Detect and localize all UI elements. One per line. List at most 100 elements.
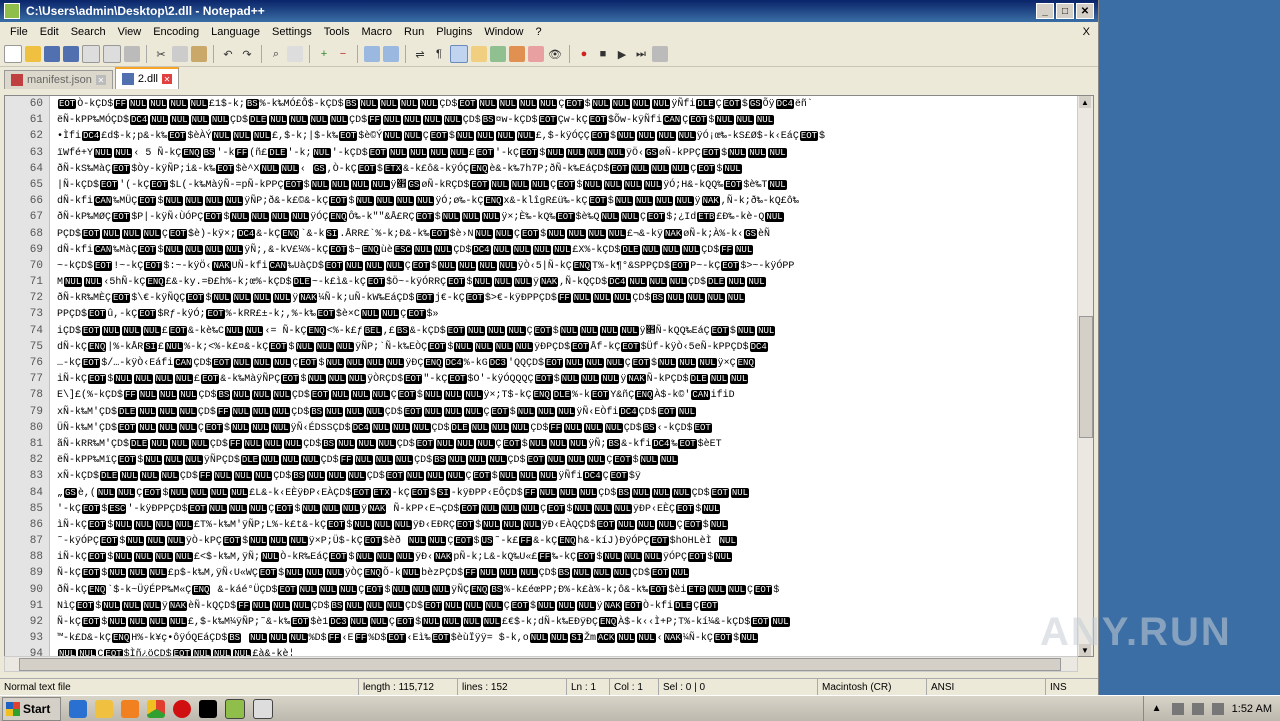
control-char-token: NUL bbox=[138, 406, 157, 417]
menu-encoding[interactable]: Encoding bbox=[147, 26, 205, 38]
close-file-icon[interactable] bbox=[82, 45, 100, 63]
control-char-token: NUL bbox=[327, 374, 346, 385]
tray-arrow-icon[interactable]: ▲ bbox=[1152, 703, 1164, 715]
network-icon[interactable] bbox=[1171, 702, 1184, 715]
control-char-token: NUL bbox=[637, 633, 656, 644]
replace-icon[interactable] bbox=[287, 46, 303, 62]
menu-help[interactable]: ? bbox=[529, 26, 547, 38]
line-number: 68 bbox=[29, 227, 43, 240]
flag-icon[interactable] bbox=[1211, 702, 1224, 715]
control-char-token: EOT bbox=[138, 309, 157, 320]
paste-icon[interactable] bbox=[191, 46, 207, 62]
stop-macro-icon[interactable]: ■ bbox=[595, 46, 611, 62]
save-macro-icon[interactable] bbox=[652, 46, 668, 62]
scroll-up-arrow-icon[interactable]: ▲ bbox=[1079, 96, 1091, 108]
save-icon[interactable] bbox=[44, 46, 60, 62]
menu-view[interactable]: View bbox=[112, 26, 148, 38]
menu-language[interactable]: Language bbox=[205, 26, 266, 38]
print-icon[interactable] bbox=[124, 46, 140, 62]
control-char-token: NUL bbox=[365, 600, 384, 611]
vertical-scroll-thumb[interactable] bbox=[1079, 316, 1093, 438]
close-window-button[interactable]: ✕ bbox=[1076, 3, 1094, 19]
word-wrap-icon[interactable]: ⇌ bbox=[412, 46, 428, 62]
menu-window[interactable]: Window bbox=[478, 26, 529, 38]
menu-run[interactable]: Run bbox=[398, 26, 430, 38]
menu-tools[interactable]: Tools bbox=[318, 26, 356, 38]
close-tab-icon[interactable]: ✕ bbox=[95, 75, 106, 85]
sync-vertical-icon[interactable] bbox=[364, 46, 380, 62]
maximize-button[interactable]: □ bbox=[1056, 3, 1074, 19]
tab-2-dll[interactable]: 2.dll ✕ bbox=[114, 67, 179, 89]
clock[interactable]: 1:52 AM bbox=[1232, 703, 1272, 715]
control-char-token: ETX bbox=[383, 163, 403, 174]
vertical-scrollbar[interactable]: ▲ ▼ bbox=[1077, 96, 1093, 656]
close-document-x[interactable]: X bbox=[1077, 26, 1098, 38]
control-char-token: EOT bbox=[397, 390, 416, 401]
control-char-token: EOT bbox=[258, 568, 278, 579]
menu-macro[interactable]: Macro bbox=[355, 26, 398, 38]
menu-file[interactable]: File bbox=[4, 26, 34, 38]
ie-icon[interactable] bbox=[69, 699, 87, 718]
control-char-token: NUL bbox=[539, 471, 558, 482]
sync-horizontal-icon[interactable] bbox=[383, 46, 399, 62]
control-char-token: EOT bbox=[100, 536, 119, 547]
menu-search[interactable]: Search bbox=[65, 26, 112, 38]
control-char-token: NUL bbox=[351, 390, 370, 401]
cut-icon[interactable]: ✂ bbox=[153, 46, 169, 62]
open-file-icon[interactable] bbox=[25, 46, 41, 62]
explorer-icon[interactable] bbox=[95, 699, 113, 718]
zoom-in-icon[interactable]: + bbox=[316, 46, 332, 62]
control-char-token: NUL bbox=[569, 438, 588, 449]
control-char-token: NUL bbox=[117, 487, 136, 498]
app-taskbar-icon[interactable] bbox=[253, 698, 273, 719]
doc-map-icon[interactable] bbox=[490, 46, 506, 62]
play-macro-icon[interactable]: ▶ bbox=[614, 46, 630, 62]
code-line: iÇD$ EOT NUL NUL NUL £ EOT &-kè‰C NUL NUL ‹= Ñ-kÇ E… bbox=[57, 325, 776, 337]
monitoring-icon[interactable]: 👁 bbox=[547, 46, 563, 62]
media-player-icon[interactable] bbox=[121, 699, 139, 718]
save-all-icon[interactable] bbox=[63, 46, 79, 62]
play-macro-multiple-icon[interactable]: ⏭ bbox=[633, 46, 649, 62]
redo-icon[interactable]: ↷ bbox=[239, 46, 255, 62]
minimize-button[interactable]: _ bbox=[1036, 3, 1054, 19]
control-char-token: EOT bbox=[678, 438, 697, 449]
control-char-token: ENQ bbox=[88, 584, 107, 595]
control-char-token: FF bbox=[114, 99, 128, 109]
chrome-icon[interactable] bbox=[147, 699, 165, 718]
control-char-token: NUL bbox=[529, 633, 548, 644]
horizontal-scroll-thumb[interactable] bbox=[19, 658, 1061, 671]
indent-guide-icon[interactable] bbox=[450, 45, 468, 63]
control-char-token: NUL bbox=[273, 358, 292, 368]
menu-plugins[interactable]: Plugins bbox=[430, 26, 478, 38]
cmd-icon[interactable] bbox=[199, 699, 217, 718]
editor-area[interactable]: 60 61 62 63 64 65 66 67 68 69 70 71 72 73 74 75 76 77 78 79… bbox=[4, 95, 1094, 657]
close-tab-icon[interactable]: ✕ bbox=[162, 74, 172, 84]
udl-icon[interactable] bbox=[471, 46, 487, 62]
close-all-icon[interactable] bbox=[103, 45, 121, 63]
horizontal-scrollbar[interactable] bbox=[4, 656, 1078, 672]
control-char-token: NUL bbox=[159, 390, 178, 401]
opera-icon[interactable] bbox=[173, 699, 191, 718]
code-line: ïWfé+Y NUL NUL ‹ 5 Ñ-kÇ ENQ BS '-k FF (ñ£ DLE '-k;… bbox=[57, 147, 787, 159]
control-char-token: NUL bbox=[249, 503, 268, 514]
control-char-token: NUL bbox=[359, 99, 378, 109]
control-char-token: NUL bbox=[639, 455, 658, 466]
copy-icon[interactable] bbox=[172, 46, 188, 62]
code-view[interactable]: EOT Ò-kÇD$ FF NUL NUL NUL NUL £1$-k; BS %-k‰MÓ£Ô$… bbox=[57, 96, 1077, 656]
record-macro-icon[interactable]: ● bbox=[576, 46, 592, 62]
start-button[interactable]: Start bbox=[2, 696, 61, 721]
new-file-icon[interactable] bbox=[4, 45, 22, 63]
zoom-out-icon[interactable]: − bbox=[335, 46, 351, 62]
find-icon[interactable]: ⌕ bbox=[268, 46, 284, 62]
menu-settings[interactable]: Settings bbox=[266, 26, 318, 38]
volume-icon[interactable] bbox=[1191, 702, 1204, 715]
control-char-token: NUL bbox=[379, 99, 398, 109]
show-all-chars-icon[interactable]: ¶ bbox=[431, 46, 447, 62]
tab-manifest-json[interactable]: manifest.json ✕ bbox=[4, 70, 113, 89]
folder-workspace-icon[interactable] bbox=[528, 46, 544, 62]
line-number: 79 bbox=[29, 405, 43, 418]
notepadpp-taskbar-icon[interactable] bbox=[225, 698, 245, 719]
function-list-icon[interactable] bbox=[509, 46, 525, 62]
undo-icon[interactable]: ↶ bbox=[220, 46, 236, 62]
menu-edit[interactable]: Edit bbox=[34, 26, 65, 38]
